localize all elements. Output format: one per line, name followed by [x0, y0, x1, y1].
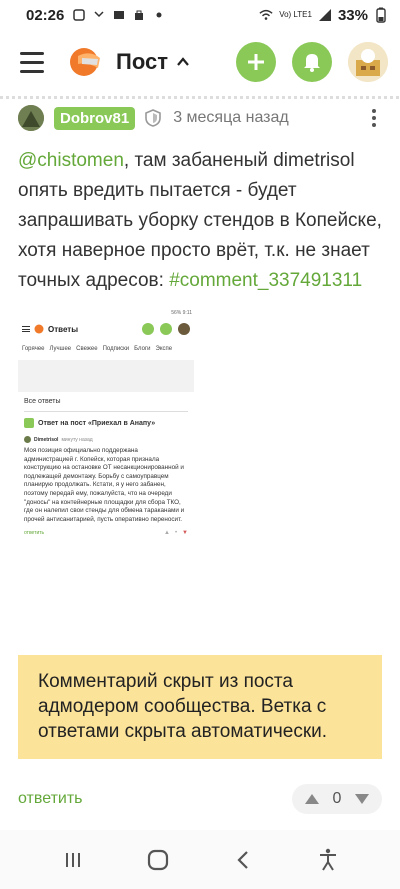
- embed-downvote-icon: ▼: [182, 530, 188, 537]
- embed-bell-icon: [160, 323, 172, 335]
- hidden-comment-notice: Комментарий скрыт из поста адмодером соо…: [18, 655, 382, 759]
- embed-title: Ответы: [48, 324, 79, 334]
- back-icon: [236, 850, 248, 869]
- embed-header: Ответы: [18, 318, 194, 340]
- more-options-icon[interactable]: [366, 107, 382, 129]
- embed-comment-body: Моя позиция официально поддержана админи…: [24, 447, 185, 523]
- embed-banner: [18, 360, 194, 392]
- embed-nav-item: Свежее: [76, 346, 98, 352]
- comment-link[interactable]: #comment_337491311: [169, 270, 362, 291]
- comment-time: 3 месяца назад: [173, 109, 289, 126]
- embed-user-avatar: [24, 436, 31, 443]
- embed-nav-item: Лучшее: [49, 346, 72, 352]
- comment-image[interactable]: 56% 9:11 Ответы Горячее Лучшее Свежее По…: [18, 310, 194, 620]
- embed-nav-item: Блоги: [134, 346, 151, 352]
- add-post-button[interactable]: [236, 42, 276, 82]
- signal-icon: [318, 8, 332, 22]
- home-button[interactable]: [138, 840, 178, 880]
- header-divider: [0, 96, 400, 99]
- battery-percent: 33%: [337, 6, 368, 24]
- comment-actions: ответить 0: [18, 784, 382, 814]
- embed-nav-item: Подписки: [102, 346, 130, 352]
- embed-answer-header: Ответ на пост «Приехал в Анапу»: [18, 412, 194, 434]
- home-icon: [147, 849, 168, 870]
- embed-nav-item: Горячее: [22, 346, 45, 352]
- missed-call-icon: [92, 8, 106, 22]
- embed-logo-icon: [34, 324, 44, 334]
- embed-reply-link: ответить: [24, 530, 45, 537]
- chevron-up-icon[interactable]: [176, 55, 190, 69]
- back-button[interactable]: [223, 840, 263, 880]
- embed-status: 56% 9:11: [171, 310, 192, 316]
- reply-button[interactable]: ответить: [18, 790, 83, 808]
- vote-count: 0: [332, 790, 342, 807]
- recent-apps-button[interactable]: [53, 840, 93, 880]
- plus-icon: [248, 54, 264, 70]
- dot-icon: [152, 8, 166, 22]
- menu-icon[interactable]: [20, 44, 56, 80]
- sim-icon: [72, 8, 86, 22]
- user-avatar[interactable]: [18, 105, 44, 131]
- embed-plus-icon: [142, 323, 154, 335]
- embed-menu-icon: [22, 326, 30, 332]
- shield-icon: [145, 109, 161, 127]
- comment-meta: Dobrov81 3 месяца назад: [18, 104, 382, 132]
- upvote-icon[interactable]: [304, 793, 320, 805]
- image-icon: [112, 8, 126, 22]
- embed-answer-title: Ответ на пост «Приехал в Анапу»: [38, 419, 156, 427]
- logo-icon[interactable]: [68, 44, 104, 80]
- comment-body: @chistomen, там забаненый dimetrisol опя…: [18, 146, 382, 296]
- comment: Dobrov81 3 месяца назад @chistomen, там …: [18, 104, 382, 620]
- network-label: Vo) LTE1: [279, 10, 312, 19]
- embed-avatar: [178, 323, 190, 335]
- vote-controls: 0: [292, 784, 382, 814]
- mention-link[interactable]: @chistomen: [18, 150, 124, 171]
- system-nav-bar: [0, 830, 400, 889]
- embed-upvote-icon: ▲: [163, 530, 170, 537]
- embed-dot-icon: •: [174, 530, 178, 537]
- embed-votes: ▲ • ▼: [164, 530, 188, 536]
- notifications-button[interactable]: [292, 42, 332, 82]
- recent-apps-icon: [65, 852, 80, 867]
- embed-section-title: Все ответы: [24, 398, 61, 405]
- embed-nav-item: Экспе: [155, 346, 173, 352]
- status-bar: 02:26 Vo) LTE1 33%: [0, 0, 400, 30]
- accessibility-icon: [319, 848, 336, 871]
- embed-expand-icon: [24, 418, 34, 428]
- embed-comment-meta: Dimetrisol минуту назад: [18, 434, 194, 445]
- username-badge[interactable]: Dobrov81: [54, 106, 136, 130]
- page-title: Пост: [116, 49, 168, 74]
- bag-icon: [132, 8, 146, 22]
- embed-nav: Горячее Лучшее Свежее Подписки Блоги Экс…: [18, 340, 194, 358]
- app-header: Пост: [0, 30, 400, 94]
- profile-avatar[interactable]: [348, 42, 388, 82]
- accessibility-button[interactable]: [308, 840, 348, 880]
- wifi-icon: [259, 8, 273, 22]
- bell-icon: [304, 54, 320, 72]
- embed-comment-time: минуту назад: [61, 436, 93, 443]
- battery-icon: [374, 7, 388, 23]
- downvote-icon[interactable]: [354, 793, 370, 805]
- embed-username: Dimetrisol: [34, 436, 59, 443]
- embed-comment-footer: ответить ▲ • ▼: [18, 526, 194, 540]
- notification-icons: [72, 8, 166, 22]
- status-time: 02:26: [26, 6, 65, 24]
